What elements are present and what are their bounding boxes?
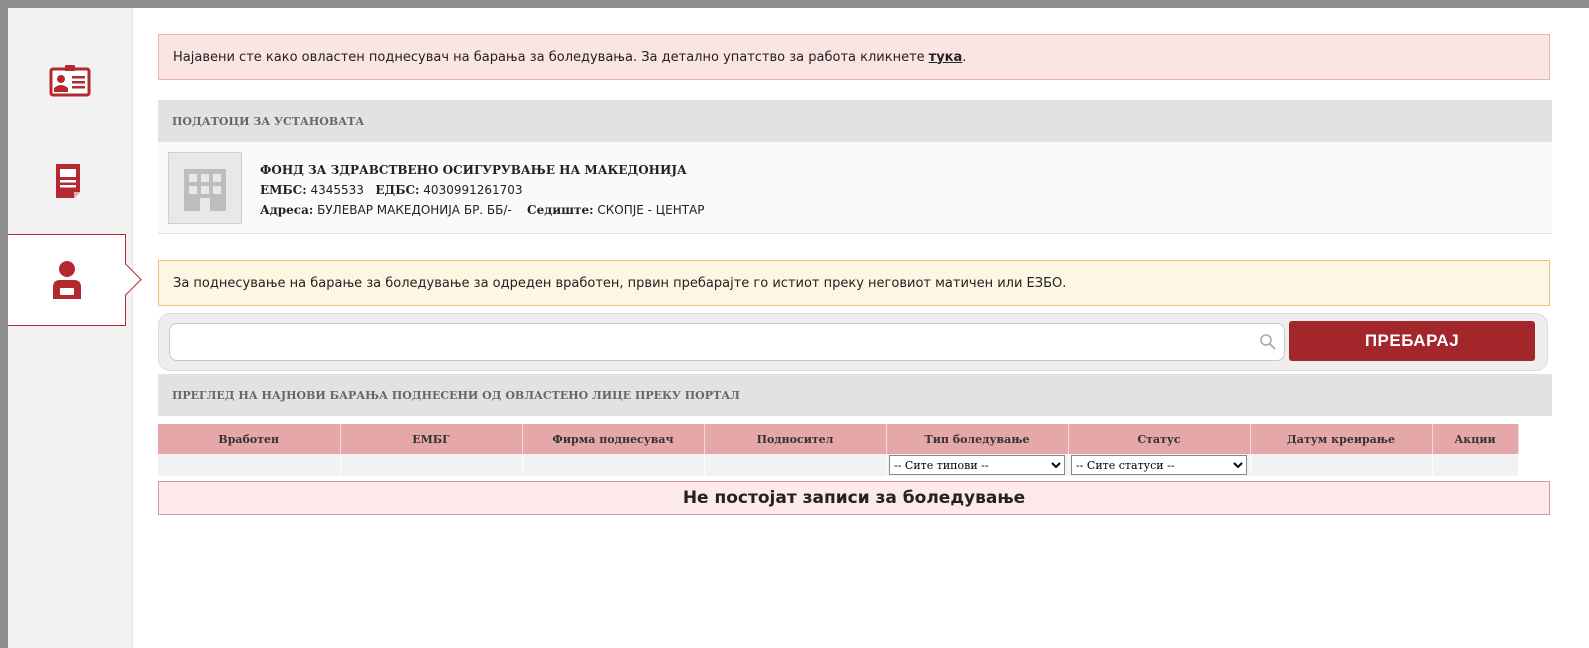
status-filter-select[interactable]: -- Сите статуси -- bbox=[1071, 455, 1247, 475]
edbs-value: 4030991261703 bbox=[423, 183, 523, 197]
search-bar: ПРЕБАРАЈ bbox=[158, 313, 1548, 371]
notice-banner: Најавени сте како овластен поднесувач на… bbox=[158, 34, 1550, 80]
seat-label: Седиште: bbox=[527, 203, 594, 217]
search-hint: За поднесување на барање за боледување з… bbox=[158, 260, 1550, 306]
column-header[interactable]: Вработен bbox=[158, 424, 341, 454]
column-header[interactable]: Тип боледување bbox=[886, 424, 1069, 454]
table-header-row: Вработен ЕМБГ Фирма поднесувач Подносите… bbox=[158, 424, 1519, 454]
notice-suffix: . bbox=[962, 49, 967, 65]
column-header[interactable]: ЕМБГ bbox=[340, 424, 523, 454]
search-input[interactable] bbox=[169, 323, 1285, 361]
filter-row: -- Сите типови -- -- Сите статуси -- bbox=[158, 454, 1519, 476]
institution-ids: ЕМБС: 4345533 ЕДБС: 4030991261703 bbox=[260, 180, 705, 200]
column-header[interactable]: Статус bbox=[1068, 424, 1251, 454]
institution-address: Адреса: БУЛЕВАР МАКЕДОНИЈА БР. ББ/- Седи… bbox=[260, 200, 705, 220]
search-icon bbox=[1260, 334, 1276, 350]
column-header[interactable]: Датум креирање bbox=[1250, 424, 1433, 454]
institution-panel: ФОНД ЗА ЗДРАВСТВЕНО ОСИГУРУВАЊЕ НА МАКЕД… bbox=[158, 142, 1552, 234]
sidebar bbox=[8, 8, 133, 648]
institution-section-title: ПОДАТОЦИ ЗА УСТАНОВАТА bbox=[158, 100, 1552, 142]
notice-text: Најавени сте како овластен поднесувач на… bbox=[173, 49, 925, 65]
column-header[interactable]: Подносител bbox=[704, 424, 887, 454]
column-header: Акции bbox=[1432, 424, 1519, 454]
building-icon bbox=[168, 152, 242, 224]
requests-section-title: ПРЕГЛЕД НА НАЈНОВИ БАРАЊА ПОДНЕСЕНИ ОД О… bbox=[158, 374, 1552, 416]
empty-message: Не постојат записи за боледување bbox=[158, 481, 1550, 515]
edbs-label: ЕДБС: bbox=[375, 183, 420, 197]
address-value: БУЛЕВАР МАКЕДОНИЈА БР. ББ/- bbox=[317, 203, 512, 217]
user-icon bbox=[52, 261, 81, 299]
seat-value: СКОПЈЕ - ЦЕНТАР bbox=[597, 203, 705, 217]
column-header[interactable]: Фирма поднесувач bbox=[522, 424, 705, 454]
sidebar-item-id-card[interactable] bbox=[8, 50, 132, 112]
sidebar-item-employee[interactable] bbox=[8, 234, 126, 326]
sidebar-item-documents[interactable] bbox=[8, 150, 132, 212]
instructions-link[interactable]: тука bbox=[929, 50, 963, 65]
embs-value: 4345533 bbox=[310, 183, 364, 197]
institution-name: ФОНД ЗА ЗДРАВСТВЕНО ОСИГУРУВАЊЕ НА МАКЕД… bbox=[260, 163, 687, 177]
id-card-icon bbox=[49, 65, 91, 97]
app-frame: Најавени сте како овластен поднесувач на… bbox=[8, 8, 1589, 648]
document-icon bbox=[56, 164, 80, 198]
requests-table: Вработен ЕМБГ Фирма поднесувач Подносите… bbox=[158, 424, 1519, 476]
embs-label: ЕМБС: bbox=[260, 183, 307, 197]
search-button[interactable]: ПРЕБАРАЈ bbox=[1289, 321, 1535, 361]
institution-details: ФОНД ЗА ЗДРАВСТВЕНО ОСИГУРУВАЊЕ НА МАКЕД… bbox=[260, 160, 705, 220]
type-filter-select[interactable]: -- Сите типови -- bbox=[889, 455, 1065, 475]
address-label: Адреса: bbox=[260, 203, 314, 217]
